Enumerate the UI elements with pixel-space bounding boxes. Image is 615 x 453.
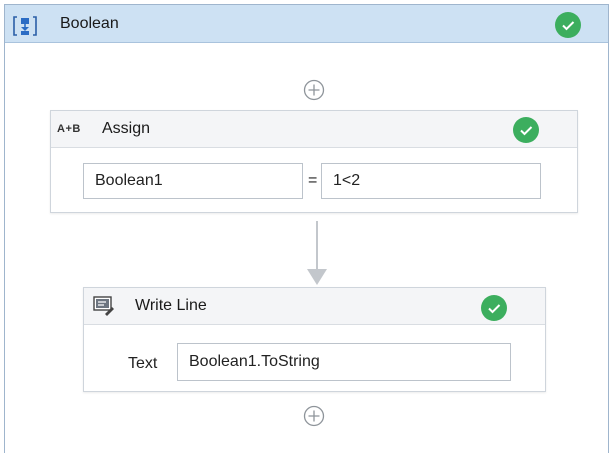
assign-activity[interactable]: A+B Assign Boolean1 = 1<2 xyxy=(50,110,578,213)
sequence-icon xyxy=(13,15,37,36)
add-activity-top-plus-icon[interactable] xyxy=(303,79,325,101)
sequence-valid-check-icon xyxy=(555,12,581,38)
write-line-activity-header[interactable]: Write Line xyxy=(84,288,545,325)
write-line-text-label: Text xyxy=(128,355,158,372)
write-line-title: Write Line xyxy=(135,297,207,314)
assign-activity-header[interactable]: A+B Assign xyxy=(51,111,577,148)
write-line-icon xyxy=(93,296,115,316)
flow-arrow-down-icon xyxy=(307,269,327,285)
sequence-title: Boolean xyxy=(60,15,119,32)
sequence-header[interactable]: Boolean xyxy=(5,5,608,43)
assign-title: Assign xyxy=(102,120,151,137)
write-line-valid-check-icon xyxy=(481,295,507,321)
assign-icon: A+B xyxy=(57,123,81,135)
sequence-container[interactable]: Boolean A+B Assign Boolean1 = 1<2 Write … xyxy=(4,4,609,453)
assign-equals-operator: = xyxy=(308,172,318,189)
write-line-activity[interactable]: Write Line Text Boolean1.ToString xyxy=(83,287,546,392)
write-line-text-field[interactable]: Boolean1.ToString xyxy=(177,343,511,381)
add-activity-bottom-plus-icon[interactable] xyxy=(303,405,325,427)
assign-to-field[interactable]: Boolean1 xyxy=(83,163,303,199)
assign-value-field[interactable]: 1<2 xyxy=(321,163,541,199)
assign-valid-check-icon xyxy=(513,117,539,143)
flow-connector-line xyxy=(316,221,318,273)
